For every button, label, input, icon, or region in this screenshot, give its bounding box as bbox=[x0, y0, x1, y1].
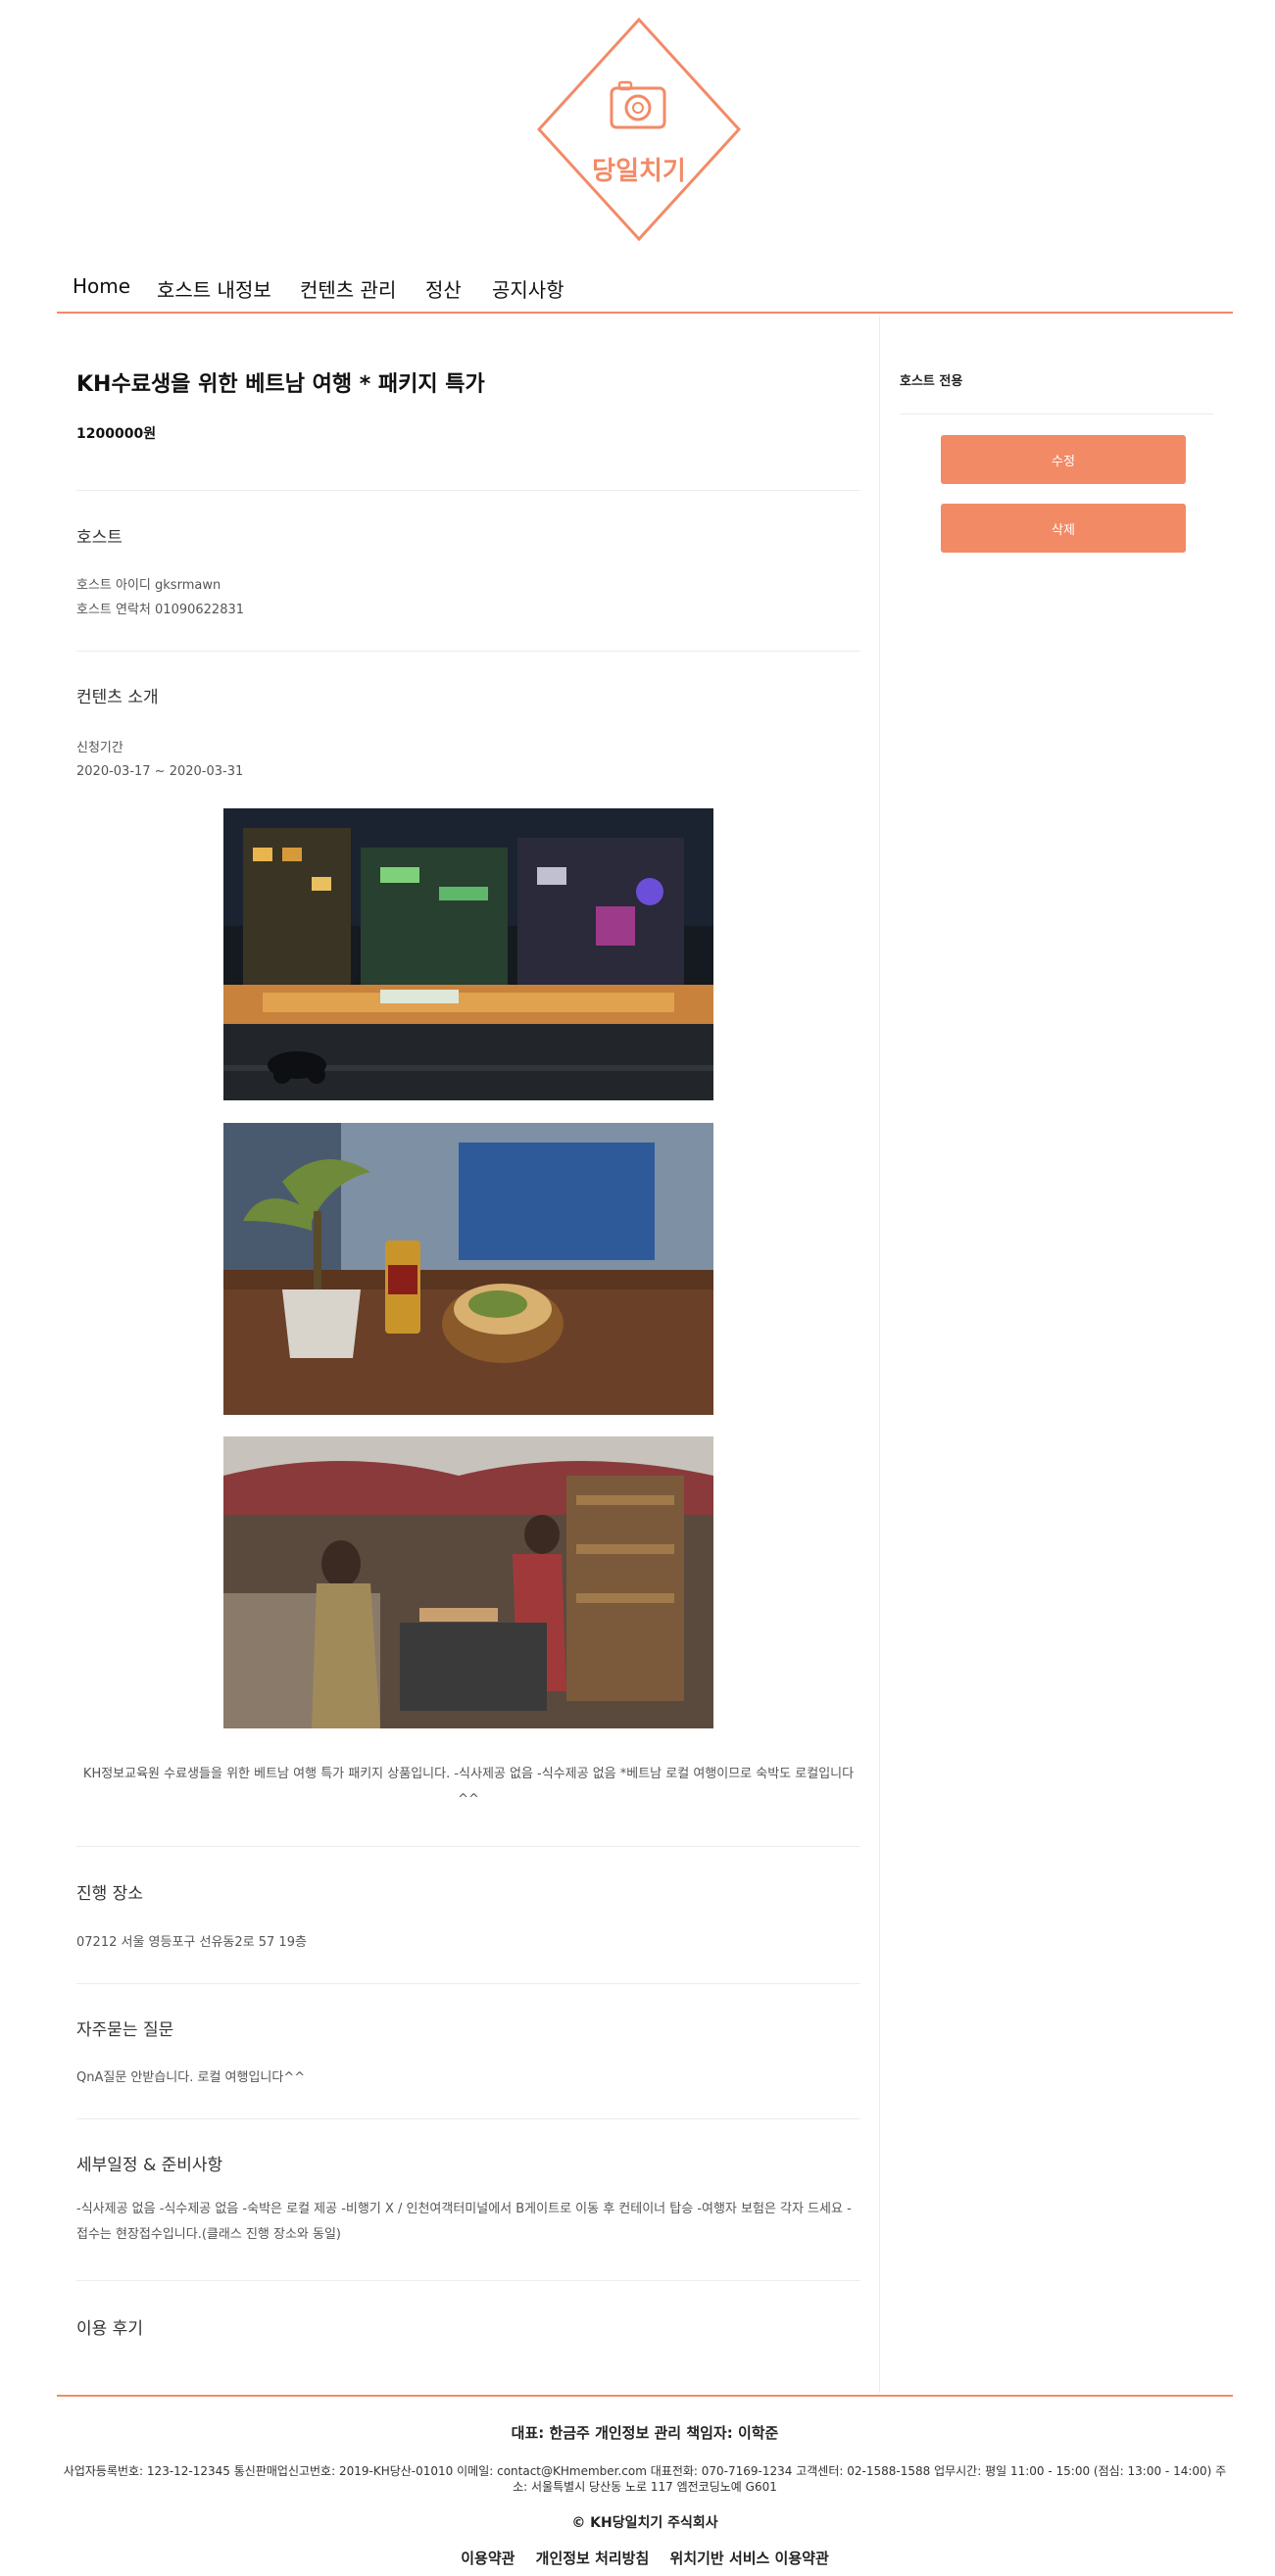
divider bbox=[76, 1983, 860, 1984]
footer-copyright: © KH당일치기 주식회사 bbox=[571, 2515, 718, 2531]
nav-home[interactable]: Home bbox=[73, 274, 130, 298]
terms-link[interactable]: 이용약관 bbox=[461, 2550, 515, 2567]
divider bbox=[76, 490, 860, 491]
divider bbox=[900, 413, 1213, 414]
divider bbox=[76, 651, 860, 652]
footer-representative: 대표: 한금주 개인정보 관리 책임자: 이학준 bbox=[511, 2424, 779, 2442]
period-label: 신청기간 bbox=[76, 741, 123, 755]
nav-notice[interactable]: 공지사항 bbox=[492, 274, 564, 303]
divider bbox=[76, 1846, 860, 1847]
market-vendor-photo bbox=[223, 1436, 713, 1728]
content-detail: KH수료생을 위한 베트남 여행 * 패키지 특가 1200000원 호스트 호… bbox=[57, 316, 880, 2393]
location-terms-link[interactable]: 위치기반 서비스 이용약관 bbox=[670, 2550, 829, 2567]
site-logo[interactable]: 당일치기 bbox=[537, 18, 741, 241]
privacy-policy-link[interactable]: 개인정보 처리방침 bbox=[536, 2550, 650, 2567]
host-contact: 호스트 연락처 01090622831 bbox=[76, 603, 245, 617]
divider bbox=[76, 2280, 860, 2281]
host-id: 호스트 아이디 gksrmawn bbox=[76, 578, 221, 593]
footer-links: 이용약관 개인정보 처리방침 위치기반 서비스 이용약관 bbox=[57, 2548, 1233, 2568]
location-address: 07212 서울 영등포구 선유동2로 57 19층 bbox=[76, 1935, 307, 1950]
schedule-heading: 세부일정 & 준비사항 bbox=[76, 2156, 223, 2175]
location-heading: 진행 장소 bbox=[76, 1884, 143, 1904]
content-description: KH정보교육원 수료생들을 위한 베트남 여행 특가 패키지 상품입니다. -식… bbox=[82, 1767, 855, 1807]
night-street-photo bbox=[223, 808, 713, 1100]
sandwich-beer-photo bbox=[223, 1123, 713, 1415]
content-title: KH수료생을 위한 베트남 여행 * 패키지 특가 bbox=[76, 372, 485, 397]
reviews-heading: 이용 후기 bbox=[76, 2319, 143, 2339]
brand-name: 당일치기 bbox=[592, 157, 686, 186]
schedule-text: -식사제공 없음 -식수제공 없음 -숙박은 로컬 제공 -비행기 X / 인천… bbox=[76, 2202, 852, 2242]
main-nav: Home 호스트 내정보 컨텐츠 관리 정산 공지사항 bbox=[57, 270, 1233, 314]
host-heading: 호스트 bbox=[76, 528, 123, 548]
delete-button[interactable]: 삭제 bbox=[941, 504, 1186, 553]
nav-settlement[interactable]: 정산 bbox=[425, 274, 462, 303]
faq-text: QnA질문 안받습니다. 로컬 여행입니다^^ bbox=[76, 2070, 306, 2085]
period-value: 2020-03-17 ~ 2020-03-31 bbox=[76, 764, 244, 779]
edit-button[interactable]: 수정 bbox=[941, 435, 1186, 484]
intro-heading: 컨텐츠 소개 bbox=[76, 688, 159, 707]
faq-heading: 자주묻는 질문 bbox=[76, 2020, 174, 2040]
diamond-logo-graphic bbox=[537, 18, 741, 241]
divider bbox=[76, 2118, 860, 2119]
nav-content-management[interactable]: 컨텐츠 관리 bbox=[300, 274, 396, 303]
host-only-label: 호스트 전용 bbox=[900, 374, 963, 389]
footer-business-info: 사업자등록번호: 123-12-12345 통신판매업신고번호: 2019-KH… bbox=[63, 2464, 1227, 2494]
content-price: 1200000원 bbox=[76, 426, 157, 442]
footer: 대표: 한금주 개인정보 관리 책임자: 이학준 사업자등록번호: 123-12… bbox=[57, 2395, 1233, 2576]
nav-host-info[interactable]: 호스트 내정보 bbox=[157, 274, 271, 303]
host-sidebar: 호스트 전용 수정 삭제 bbox=[880, 316, 1233, 2393]
